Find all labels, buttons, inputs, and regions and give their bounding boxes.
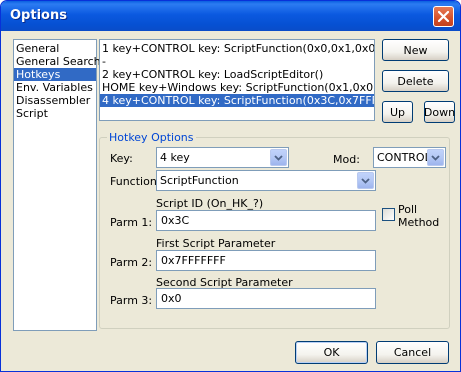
hotkey-list-item-selected[interactable]: 4 key+CONTROL key: ScriptFunction(0x3C,0…: [100, 94, 374, 107]
window-title: Options: [10, 8, 67, 23]
category-list[interactable]: General General Search Hotkeys Env. Vari…: [13, 39, 101, 331]
options-dialog: Options General General Search Hotkeys E…: [0, 0, 461, 372]
parm1-value: 0x3C: [161, 214, 190, 227]
chevron-down-icon[interactable]: [427, 149, 444, 166]
cancel-button[interactable]: Cancel: [376, 341, 449, 364]
category-item-script[interactable]: Script: [14, 107, 96, 120]
title-bar[interactable]: Options: [1, 1, 460, 31]
poll-method-label[interactable]: Method: [398, 216, 439, 229]
new-button[interactable]: New: [382, 39, 449, 61]
first-parameter-caption: First Script Parameter: [156, 237, 276, 250]
mod-select[interactable]: CONTROL: [373, 147, 446, 168]
hotkey-options-title: Hotkey Options: [107, 131, 196, 144]
key-select[interactable]: 4 key: [156, 147, 289, 168]
parm1-label: Parm 1:: [110, 216, 153, 229]
hotkey-list-item[interactable]: 2 key+CONTROL key: LoadScriptEditor(): [100, 68, 374, 81]
chevron-down-icon[interactable]: [357, 172, 374, 189]
category-item-general-search[interactable]: General Search: [14, 55, 101, 68]
close-icon: [438, 11, 449, 22]
dialog-body: General General Search Hotkeys Env. Vari…: [4, 31, 457, 369]
category-item-general[interactable]: General: [14, 42, 96, 55]
down-button[interactable]: Down: [424, 101, 455, 123]
poll-method-label[interactable]: Poll: [398, 203, 417, 216]
parm3-label: Parm 3:: [110, 294, 153, 307]
ok-button[interactable]: OK: [295, 341, 368, 364]
close-button[interactable]: [433, 6, 454, 27]
function-select-value: ScriptFunction: [160, 174, 239, 187]
hotkey-list-item[interactable]: HOME key+Windows key: ScriptFunction(0x1…: [100, 81, 374, 94]
mod-select-value: CONTROL: [377, 151, 431, 164]
key-select-value: 4 key: [160, 151, 190, 164]
hotkey-list[interactable]: 1 key+CONTROL key: ScriptFunction(0x0,0x…: [99, 39, 375, 121]
function-select[interactable]: ScriptFunction: [156, 170, 376, 191]
parm2-value: 0x7FFFFFFF: [161, 254, 226, 267]
hotkey-list-item[interactable]: 1 key+CONTROL key: ScriptFunction(0x0,0x…: [100, 42, 374, 55]
script-id-caption: Script ID (On_HK_?): [156, 197, 264, 210]
category-item-env-variables[interactable]: Env. Variables: [14, 81, 96, 94]
hotkey-list-item[interactable]: -: [100, 55, 374, 68]
category-item-disassembler[interactable]: Disassembler: [14, 94, 96, 107]
parm2-label: Parm 2:: [110, 256, 153, 269]
parm3-field[interactable]: 0x0: [156, 288, 376, 309]
delete-button[interactable]: Delete: [382, 70, 449, 92]
parm3-value: 0x0: [161, 292, 182, 305]
function-label: Function:: [110, 175, 161, 188]
poll-method-checkbox[interactable]: [382, 208, 395, 221]
key-label: Key:: [110, 152, 133, 165]
parm1-field[interactable]: 0x3C: [156, 210, 376, 231]
mod-label: Mod:: [333, 153, 360, 166]
category-item-hotkeys[interactable]: Hotkeys: [14, 68, 96, 81]
up-button[interactable]: Up: [382, 101, 413, 123]
parm2-field[interactable]: 0x7FFFFFFF: [156, 250, 376, 271]
chevron-down-icon[interactable]: [270, 149, 287, 166]
